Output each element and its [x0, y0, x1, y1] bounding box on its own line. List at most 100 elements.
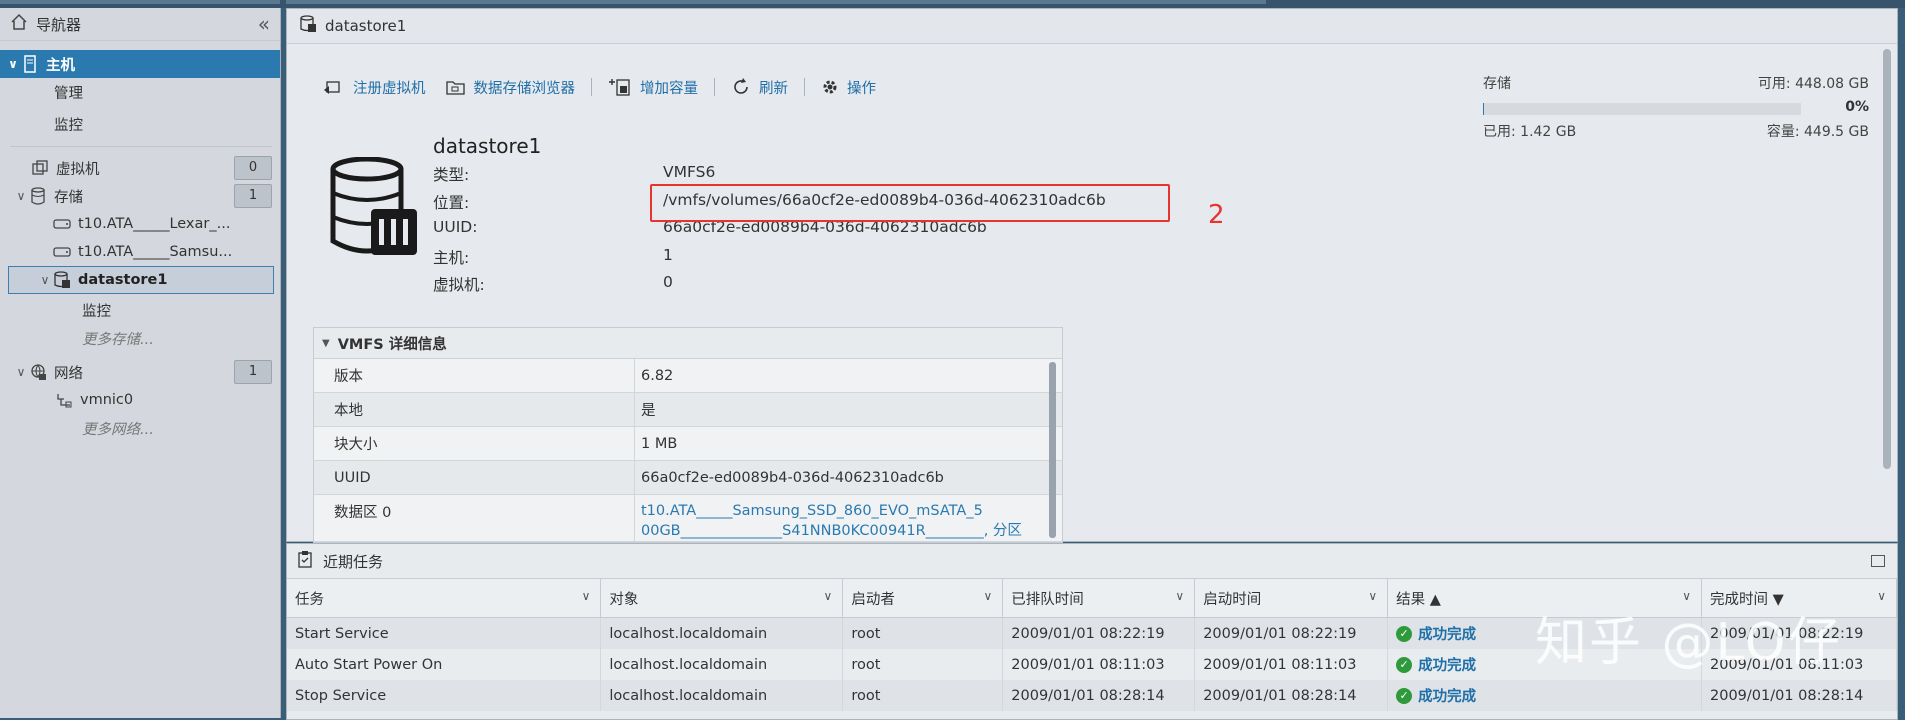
chevron-down-icon[interactable]: ∨	[1175, 589, 1184, 603]
refresh-button[interactable]: 刷新	[721, 77, 798, 98]
prop-hosts-key: 主机:	[433, 249, 470, 267]
chevron-down-icon[interactable]: ∨	[582, 589, 591, 603]
table-row[interactable]: Stop Service localhost.localdomain root …	[287, 680, 1897, 711]
host-icon	[20, 55, 40, 73]
tree-item-ds-monitor-label: 监控	[82, 303, 111, 320]
network-icon	[28, 363, 48, 381]
home-icon	[10, 13, 28, 35]
more-storage-link[interactable]: 更多存储...	[82, 328, 154, 349]
extent-link[interactable]: t10.ATA_____Samsung_SSD_860_EVO_mSATA_5 …	[635, 495, 1022, 541]
chevron-down-icon[interactable]: ∨	[38, 273, 52, 287]
tree-item-ds-monitor[interactable]: 监控	[0, 296, 280, 324]
chevron-down-icon[interactable]: ∨	[14, 365, 28, 379]
chevron-down-icon[interactable]: ∨	[14, 189, 28, 203]
column-header-task[interactable]: 任务 ∨	[287, 579, 602, 618]
tree-item-vmnic0-label: vmnic0	[80, 392, 134, 408]
storage-capacity: 容量: 449.5 GB	[1766, 124, 1869, 140]
check-circle-icon: ✓	[1396, 625, 1413, 642]
cell-completed: 2009/01/01 08:28:14	[1701, 680, 1897, 711]
cell-queued: 2009/01/01 08:22:19	[1002, 617, 1196, 649]
tree-item-vmnic0[interactable]: vmnic0	[0, 386, 280, 414]
chevron-down-icon[interactable]: ∨	[983, 589, 992, 603]
annotation-highlight-box	[650, 184, 1170, 222]
tree-item-vms[interactable]: 虚拟机 0	[0, 154, 280, 182]
storage-icon	[28, 187, 48, 205]
main-panel: datastore1 注册虚拟机 数据存储浏览器 增加容量 刷新 操作 data…	[286, 8, 1898, 543]
prop-uuid-key: UUID:	[433, 218, 478, 236]
tree-item-monitor[interactable]: 监控	[0, 110, 280, 138]
chevron-down-icon[interactable]: ∨	[1368, 589, 1377, 603]
prop-vms-value: 0	[663, 273, 673, 291]
vmfs-row: 块大小 1 MB	[314, 427, 1062, 461]
check-circle-icon: ✓	[1396, 687, 1413, 704]
register-vm-icon	[323, 78, 345, 96]
column-header-object[interactable]: 对象 ∨	[600, 579, 844, 618]
browser-icon	[445, 78, 466, 96]
cell-queued: 2009/01/01 08:28:14	[1002, 680, 1196, 711]
datastore-icon	[52, 271, 72, 289]
storage-percent: 0%	[1845, 99, 1869, 115]
storage-label: 存储	[1483, 76, 1511, 92]
tree-item-datastore1[interactable]: ∨ datastore1	[8, 266, 274, 294]
vmfs-key: 块大小	[314, 427, 635, 460]
cell-queued: 2009/01/01 08:11:03	[1002, 649, 1196, 680]
column-header-initiator[interactable]: 启动者 ∨	[842, 579, 1004, 618]
top-strip	[0, 0, 1905, 8]
collapse-triangle-icon[interactable]: ▼	[322, 338, 330, 349]
chevron-down-icon[interactable]: ∨	[1877, 589, 1886, 603]
chevron-down-icon[interactable]: ∨	[6, 57, 20, 71]
datastore-browser-button[interactable]: 数据存储浏览器	[436, 77, 586, 98]
tree-item-disk-samsung-label: t10.ATA_____Samsu...	[78, 244, 233, 260]
tree-item-more-network[interactable]: 更多网络...	[0, 414, 280, 442]
network-count-badge: 1	[234, 360, 272, 384]
navigator-panel: 导航器 « ∨ 主机 管理 监控 虚拟机 0 ∨ 存储 1 t10.ATA___…	[0, 8, 281, 718]
column-header-label: 任务	[295, 591, 324, 608]
collapse-icon[interactable]: «	[258, 12, 270, 36]
chevron-down-icon[interactable]: ∨	[824, 589, 833, 603]
tree-item-network[interactable]: ∨ 网络 1	[0, 358, 280, 386]
column-header-label: 对象	[609, 591, 639, 608]
actions-button[interactable]: 操作	[811, 77, 886, 98]
column-header-label: 结果 ▲	[1396, 591, 1441, 608]
tree-item-disk-samsung[interactable]: t10.ATA_____Samsu...	[0, 238, 280, 266]
cell-task: Start Service	[287, 617, 602, 649]
register-vm-button[interactable]: 注册虚拟机	[313, 77, 436, 98]
increase-capacity-icon	[608, 77, 632, 97]
divider	[10, 146, 272, 147]
extent-link-line2: 00GB______________S41NNB0KC00941R_______…	[641, 523, 1022, 539]
cell-initiator: root	[842, 617, 1004, 649]
result-success: ✓ 成功完成	[1396, 623, 1476, 644]
navigator-header: 导航器 «	[0, 8, 280, 41]
tree-item-manage[interactable]: 管理	[0, 78, 280, 106]
disk-icon	[52, 218, 72, 230]
tree-item-more-storage[interactable]: 更多存储...	[0, 324, 280, 352]
vm-icon	[30, 160, 50, 176]
tree-item-host-label: 主机	[46, 57, 75, 74]
toolbar-separator	[804, 78, 805, 96]
storage-count-badge: 1	[234, 184, 272, 208]
result-label: 成功完成	[1418, 658, 1477, 674]
extent-link-line1: t10.ATA_____Samsung_SSD_860_EVO_mSATA_5	[641, 503, 983, 519]
tree-item-storage[interactable]: ∨ 存储 1	[0, 182, 280, 210]
maximize-icon[interactable]	[1871, 555, 1885, 567]
column-header-queued[interactable]: 已排队时间 ∨	[1002, 579, 1196, 618]
vmfs-row: UUID 66a0cf2e-ed0089b4-036d-4062310adc6b	[314, 461, 1062, 495]
annotation-number: 2	[1208, 200, 1225, 230]
toolbar: 注册虚拟机 数据存储浏览器 增加容量 刷新 操作	[313, 71, 886, 103]
increase-capacity-button[interactable]: 增加容量	[598, 77, 708, 98]
cell-started: 2009/01/01 08:28:14	[1194, 680, 1389, 711]
more-network-link[interactable]: 更多网络...	[82, 418, 154, 439]
vmfs-details-header[interactable]: ▼ VMFS 详细信息	[314, 328, 1062, 359]
result-label: 成功完成	[1418, 627, 1477, 643]
tree-item-host[interactable]: ∨ 主机	[0, 50, 280, 78]
tree-item-storage-label: 存储	[54, 189, 83, 206]
column-header-started[interactable]: 启动时间 ∨	[1194, 579, 1389, 618]
refresh-icon	[731, 77, 751, 97]
vmfs-scrollbar[interactable]	[1049, 362, 1056, 538]
tree-item-disk-lexar[interactable]: t10.ATA_____Lexar_...	[0, 210, 280, 238]
toolbar-separator	[591, 78, 592, 96]
tree-item-disk-lexar-label: t10.ATA_____Lexar_...	[78, 216, 231, 232]
column-header-label: 启动者	[851, 591, 895, 608]
storage-usage-bar	[1483, 103, 1801, 115]
main-scrollbar[interactable]	[1883, 49, 1891, 469]
